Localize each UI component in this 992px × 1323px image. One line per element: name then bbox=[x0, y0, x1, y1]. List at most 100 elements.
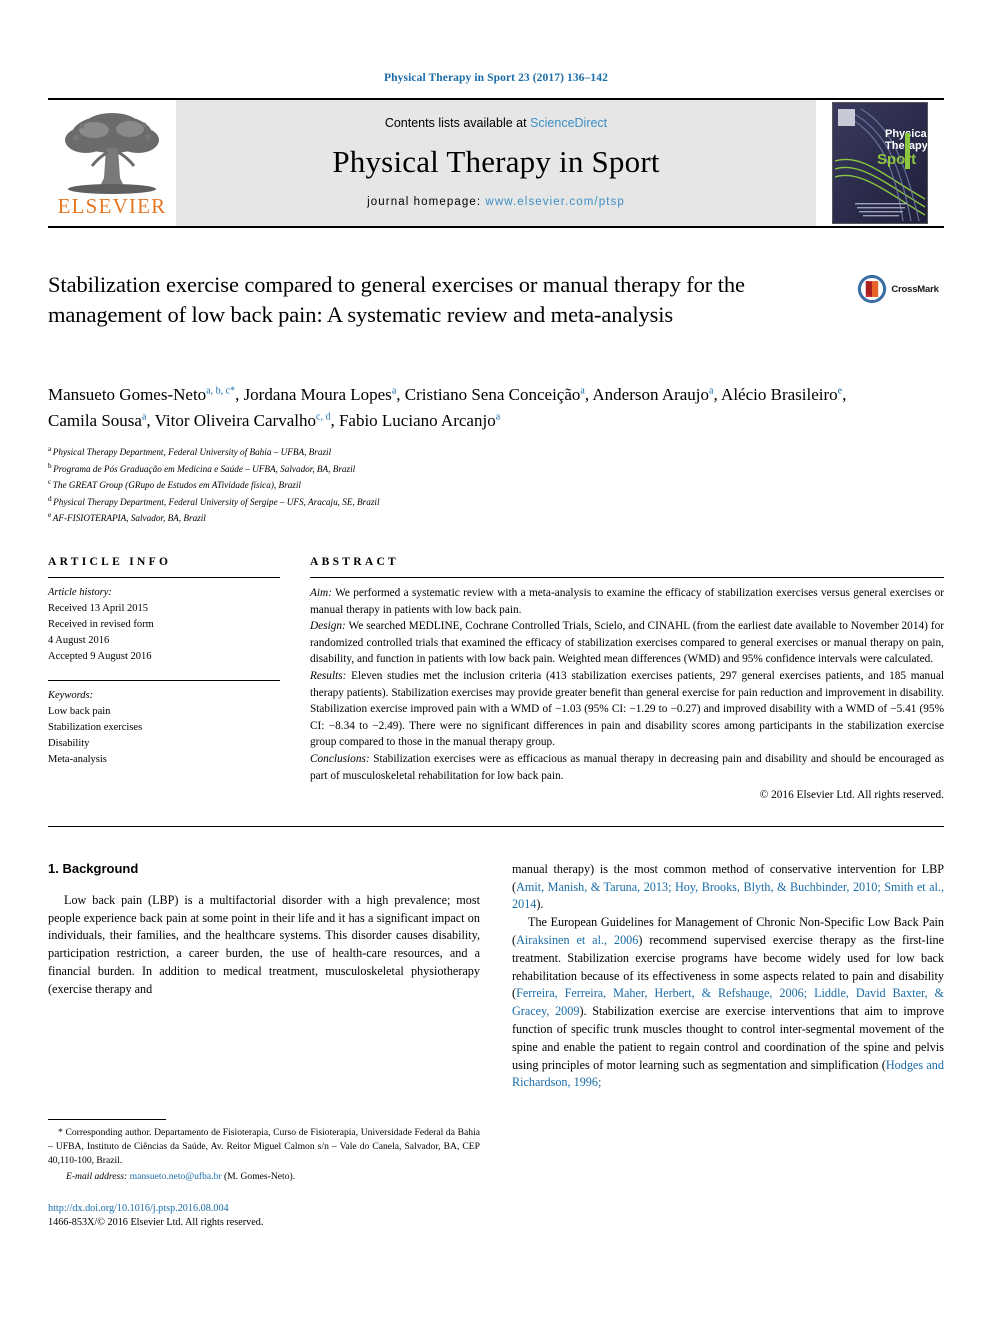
journal-title: Physical Therapy in Sport bbox=[332, 144, 660, 179]
abstract-aim-text: We performed a systematic review with a … bbox=[310, 586, 944, 616]
journal-homepage-line: journal homepage: www.elsevier.com/ptsp bbox=[367, 196, 625, 208]
abstract-results-text: Eleven studies met the inclusion criteri… bbox=[310, 669, 944, 749]
body-left-column: 1. Background Low back pain (LBP) is a m… bbox=[48, 861, 480, 1231]
email-link[interactable]: mansueto.neto@ufba.br bbox=[127, 1171, 222, 1182]
cover-artwork: Physical Therapy Sport bbox=[832, 102, 928, 224]
sciencedirect-link[interactable]: ScienceDirect bbox=[530, 116, 607, 130]
running-head: Physical Therapy in Sport 23 (2017) 136–… bbox=[384, 72, 608, 84]
homepage-label: journal homepage: bbox=[367, 196, 486, 208]
abstract-results: Results: Eleven studies met the inclusio… bbox=[310, 668, 944, 751]
abstract-aim: Aim: We performed a systematic review wi… bbox=[310, 585, 944, 618]
issn-copyright: 1466-853X/© 2016 Elsevier Ltd. All right… bbox=[48, 1217, 264, 1229]
affiliation-item: c The GREAT Group (GRupo de Estudos em AT… bbox=[48, 476, 944, 493]
footnote-rule bbox=[48, 1118, 166, 1120]
author-affil-marks[interactable]: a bbox=[496, 411, 500, 422]
article-history-label: Article history: bbox=[48, 586, 112, 598]
section-heading-background: 1. Background bbox=[48, 860, 139, 876]
email-label: E-mail address: bbox=[66, 1170, 128, 1182]
abstract-results-label: Results: bbox=[310, 669, 347, 682]
contents-prefix: Contents lists available at bbox=[384, 116, 531, 130]
keyword-item: Low back pain bbox=[48, 705, 111, 717]
footnote-block: * Corresponding author. Departamento de … bbox=[48, 1118, 480, 1231]
author-name: Mansueto Gomes-Neto bbox=[48, 385, 207, 404]
author-name: , Cristiano Sena Conceição bbox=[396, 385, 581, 404]
homepage-url-link[interactable]: www.elsevier.com/ptsp bbox=[485, 196, 624, 208]
abstract-conclusions-label: Conclusions: bbox=[310, 752, 370, 765]
email-note: E-mail address: mansueto.neto@ufba.br (M… bbox=[48, 1170, 480, 1184]
received-date: Received 13 April 2015 bbox=[48, 602, 149, 614]
elsevier-wordmark: ELSEVIER bbox=[57, 193, 167, 218]
journal-masthead: ELSEVIER Contents lists available at Sci… bbox=[48, 98, 944, 228]
elsevier-tree-icon bbox=[60, 110, 164, 198]
affiliation-mark: e bbox=[48, 510, 52, 520]
article-history-block: Article history: Received 13 April 2015 … bbox=[48, 578, 280, 665]
affiliation-list: a Physical Therapy Department, Federal Un… bbox=[48, 443, 944, 526]
affiliation-text: AF-FISIOTERAPIA, Salvador, BA, Brazil bbox=[52, 513, 206, 524]
author-name: , Alécio Brasileiro bbox=[713, 385, 838, 404]
abstract-copyright: © 2016 Elsevier Ltd. All rights reserved… bbox=[759, 789, 944, 802]
affiliation-item: b Programa de Pós Graduação em Medicina e… bbox=[48, 460, 944, 477]
affiliation-text: The GREAT Group (GRupo de Estudos em ATi… bbox=[52, 480, 301, 491]
author-name: , Vitor Oliveira Carvalho bbox=[146, 410, 316, 430]
abstract-design-label: Design: bbox=[310, 620, 346, 633]
affiliation-mark: b bbox=[48, 460, 52, 470]
citation-link[interactable]: Amit, Manish, & Taruna, 2013; Hoy, Brook… bbox=[512, 880, 944, 912]
body-paragraph: Low back pain (LBP) is a multifactorial … bbox=[48, 892, 480, 996]
masthead-center: Contents lists available at ScienceDirec… bbox=[176, 100, 816, 226]
article-info-heading: ARTICLE INFO bbox=[48, 555, 172, 568]
affiliation-mark: a bbox=[48, 444, 52, 453]
affiliation-text: Programa de Pós Graduação em Medicina e … bbox=[53, 463, 356, 474]
affiliation-text: Physical Therapy Department, Federal Uni… bbox=[53, 496, 380, 507]
affiliation-item: d Physical Therapy Department, Federal Un… bbox=[48, 493, 944, 510]
corresponding-author-note: * Corresponding author. Departamento de … bbox=[48, 1126, 480, 1168]
author-name: , Jordana Moura Lopes bbox=[235, 385, 392, 404]
contents-line: Contents lists available at ScienceDirec… bbox=[385, 116, 607, 130]
doi-block: http://dx.doi.org/10.1016/j.ptsp.2016.08… bbox=[48, 1202, 480, 1231]
crossmark-badge[interactable]: CrossMark bbox=[852, 274, 944, 304]
author-affil-marks[interactable]: a bbox=[580, 385, 584, 396]
crossmark-label: CrossMark bbox=[891, 283, 939, 295]
journal-cover-thumbnail: Physical Therapy Sport bbox=[816, 100, 944, 226]
affiliation-item: e AF-FISIOTERAPIA, Salvador, BA, Brazil bbox=[48, 509, 944, 526]
article-info-column: ARTICLE INFO Article history: Received 1… bbox=[48, 556, 280, 804]
body-paragraph: The European Guidelines for Management o… bbox=[512, 914, 944, 1092]
citation-link[interactable]: Airaksinen et al., 2006 bbox=[516, 933, 638, 947]
affiliation-mark: c bbox=[48, 477, 52, 487]
abstract-column: ABSTRACT Aim: We performed a systematic … bbox=[310, 556, 944, 804]
abstract-design-text: We searched MEDLINE, Cochrane Controlled… bbox=[310, 620, 944, 666]
keywords-label: Keywords: bbox=[48, 689, 94, 701]
svg-text:Sport: Sport bbox=[877, 151, 916, 168]
body-paragraph: manual therapy) is the most common metho… bbox=[512, 861, 944, 914]
keyword-item: Stabilization exercises bbox=[48, 721, 143, 733]
body-text-segment: ). bbox=[536, 897, 544, 912]
body-right-column: manual therapy) is the most common metho… bbox=[512, 861, 944, 1231]
author-list: Mansueto Gomes-Netoa, b, c*, Jordana Mou… bbox=[48, 385, 847, 430]
author-name: Fabio Luciano Arcanjo bbox=[338, 410, 496, 430]
corresponding-text: Corresponding author. Departamento de Fi… bbox=[48, 1126, 480, 1166]
revised-label: Received in revised form bbox=[48, 618, 154, 630]
accepted-date: Accepted 9 August 2016 bbox=[48, 650, 152, 662]
body-columns: 1. Background Low back pain (LBP) is a m… bbox=[48, 861, 944, 1231]
abstract-aim-label: Aim: bbox=[310, 586, 332, 599]
author-affil-marks[interactable]: a, b, c bbox=[206, 385, 230, 396]
abstract-design: Design: We searched MEDLINE, Cochrane Co… bbox=[310, 618, 944, 668]
doi-link[interactable]: http://dx.doi.org/10.1016/j.ptsp.2016.08… bbox=[48, 1202, 480, 1216]
article-page: Physical Therapy in Sport 23 (2017) 136–… bbox=[0, 0, 992, 1323]
abstract-conclusions: Conclusions: Stabilization exercises wer… bbox=[310, 751, 944, 784]
abstract-heading: ABSTRACT bbox=[310, 555, 400, 568]
author-affil-marks[interactable]: c, d bbox=[316, 411, 330, 422]
revised-date: 4 August 2016 bbox=[48, 634, 110, 646]
affiliation-text: Physical Therapy Department, Federal Uni… bbox=[52, 447, 332, 458]
page-title: Stabilization exercise compared to gener… bbox=[48, 272, 745, 327]
elsevier-logo: ELSEVIER bbox=[48, 100, 176, 226]
keywords-block: Keywords: Low back pain Stabilization ex… bbox=[48, 679, 280, 768]
crossmark-icon bbox=[858, 274, 887, 304]
affiliation-mark: d bbox=[48, 493, 52, 503]
section-divider bbox=[48, 825, 944, 827]
email-owner: (M. Gomes-Neto). bbox=[221, 1170, 296, 1182]
info-abstract-region: ARTICLE INFO Article history: Received 1… bbox=[48, 556, 944, 804]
keywords-body: Keywords: Low back pain Stabilization ex… bbox=[48, 688, 280, 768]
affiliation-item: a Physical Therapy Department, Federal Un… bbox=[48, 443, 944, 460]
abstract-conclusions-text: Stabilization exercises were as efficaci… bbox=[310, 752, 944, 782]
